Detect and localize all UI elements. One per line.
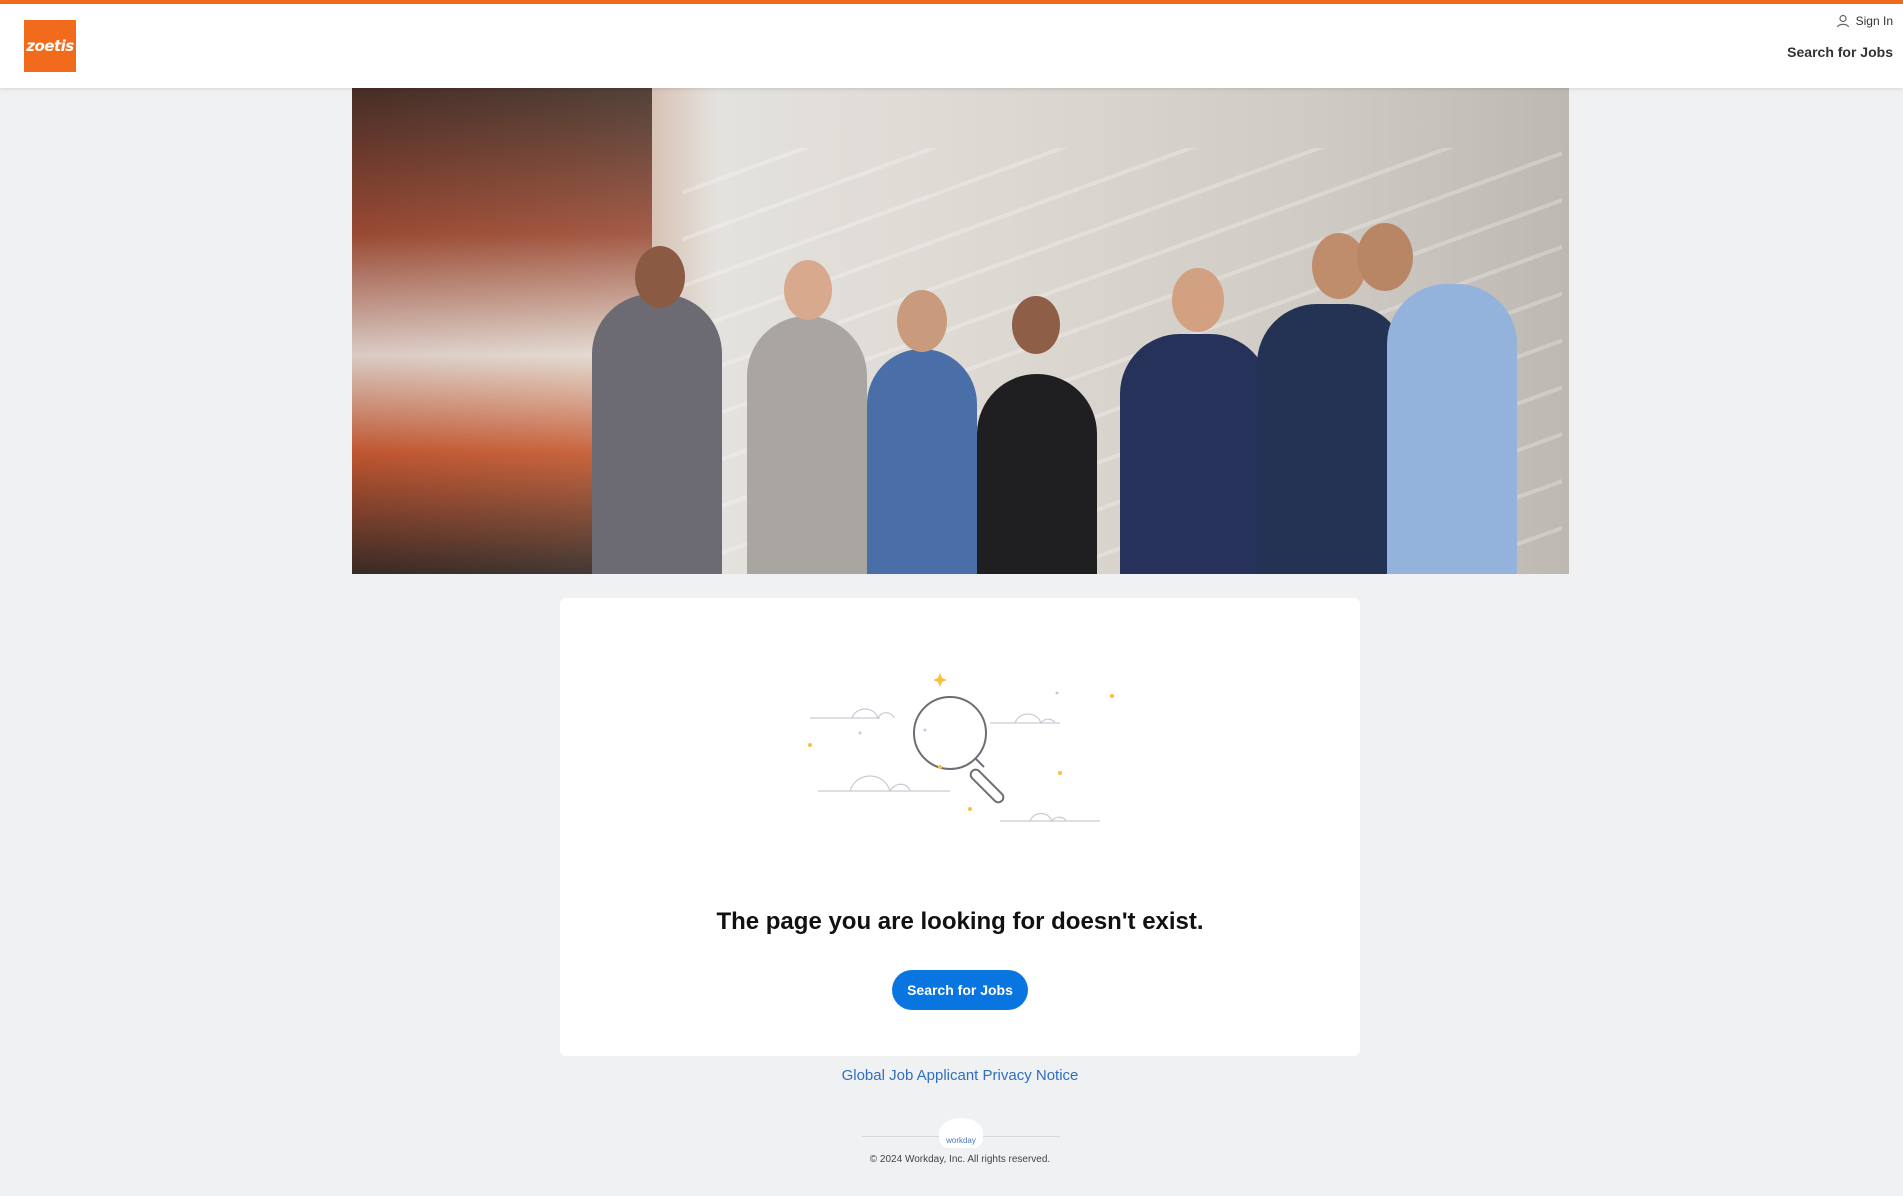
error-card: The page you are looking for doesn't exi… (560, 598, 1360, 1056)
footer-divider-right (982, 1136, 1060, 1137)
hero-person (747, 316, 867, 574)
header-search-jobs-link[interactable]: Search for Jobs (1787, 44, 1893, 60)
user-icon (1836, 14, 1849, 28)
privacy-notice-link[interactable]: Global Job Applicant Privacy Notice (0, 1067, 1903, 1084)
hero-person (592, 294, 722, 574)
hero-person-head (1357, 223, 1413, 291)
hero-person-head (784, 260, 832, 320)
hero-person-head (897, 290, 947, 352)
footer-divider-left (862, 1136, 940, 1137)
hero-person-head (635, 246, 685, 308)
search-for-jobs-button[interactable]: Search for Jobs (892, 970, 1028, 1010)
workday-logo: workday (939, 1118, 983, 1148)
site-header: zoetis Sign In Search for Jobs (0, 4, 1903, 88)
logo-text: zoetis (26, 37, 74, 55)
error-message: The page you are looking for doesn't exi… (716, 908, 1204, 935)
hero-person-head (1012, 296, 1060, 354)
hero-person (977, 374, 1097, 574)
hero-team-photo (352, 88, 1569, 574)
sign-in-label: Sign In (1855, 14, 1893, 28)
hero-person (1120, 334, 1270, 574)
magnifier-illustration (808, 673, 1114, 823)
copyright-text: © 2024 Workday, Inc. All rights reserved… (869, 1154, 1051, 1165)
hero-person (867, 349, 977, 574)
workday-logo-text: workday (946, 1136, 976, 1145)
hero-person (1257, 304, 1407, 574)
hero-person (1387, 284, 1517, 574)
hero-person-head (1172, 268, 1224, 332)
company-logo[interactable]: zoetis (24, 20, 76, 72)
sign-in-link[interactable]: Sign In (1836, 14, 1893, 28)
